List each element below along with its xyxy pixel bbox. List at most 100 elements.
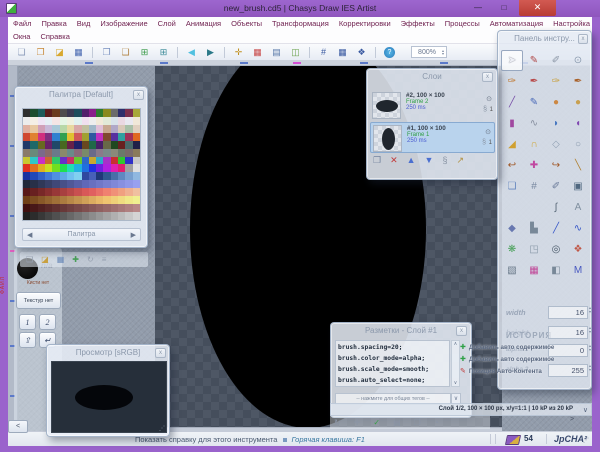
palette-color[interactable]	[52, 149, 59, 157]
palette-reset-icon[interactable]: ↻	[87, 256, 94, 264]
arc-tool[interactable]: ∩	[523, 134, 545, 155]
menu-Справка[interactable]: Справка	[35, 32, 74, 41]
palette-color[interactable]	[38, 204, 45, 212]
palette-color[interactable]	[38, 212, 45, 220]
palette-color[interactable]	[30, 125, 37, 133]
layer-visibility-icon[interactable]: ⊙	[486, 95, 492, 103]
palette-color[interactable]	[111, 204, 118, 212]
menu-Процессы[interactable]: Процессы	[440, 19, 485, 28]
palette-color[interactable]	[23, 125, 30, 133]
palette-color[interactable]	[67, 172, 74, 180]
palette-color[interactable]	[96, 109, 103, 117]
palette-color[interactable]	[96, 149, 103, 157]
scroll-up-icon[interactable]: ∧	[452, 341, 459, 347]
auto-content-item[interactable]: ✚Добавить авто содержимое	[460, 341, 580, 353]
paste-as-image-button[interactable]: ⊞	[155, 45, 172, 59]
palette-color[interactable]	[133, 212, 140, 220]
open-button[interactable]: ◪	[51, 45, 68, 59]
palette-color[interactable]	[23, 109, 30, 117]
height-input[interactable]: 16	[548, 326, 588, 339]
grid-button[interactable]: ▦	[334, 45, 351, 59]
palette-color[interactable]	[60, 117, 67, 125]
width-spinner[interactable]: ▴▾	[589, 306, 591, 313]
palette-color[interactable]	[67, 117, 74, 125]
chart-tool[interactable]: ▙	[523, 218, 545, 239]
more-icon[interactable]: >	[570, 416, 574, 423]
palette-color[interactable]	[125, 204, 132, 212]
palette-color[interactable]	[82, 212, 89, 220]
palette-color[interactable]	[38, 149, 45, 157]
palette-color[interactable]	[23, 133, 30, 141]
palette-color[interactable]	[111, 196, 118, 204]
colorwheel-tool[interactable]: ❖	[567, 239, 589, 260]
palette-color[interactable]	[103, 133, 110, 141]
close-button[interactable]: ✕	[519, 0, 556, 16]
shapes-tool[interactable]: ❋	[501, 239, 523, 260]
palette-color[interactable]	[45, 212, 52, 220]
menu-Трансформация[interactable]: Трансформация	[267, 19, 334, 28]
palette-color[interactable]	[52, 212, 59, 220]
palette-color[interactable]	[30, 188, 37, 196]
palette-color[interactable]	[23, 172, 30, 180]
palette-color[interactable]	[67, 180, 74, 188]
palette-color[interactable]	[125, 180, 132, 188]
screen-button[interactable]: ◫	[287, 45, 304, 59]
palette-color[interactable]	[118, 149, 125, 157]
palette-color[interactable]	[125, 149, 132, 157]
palette-color[interactable]	[133, 204, 140, 212]
palette-color[interactable]	[52, 204, 59, 212]
palette-color[interactable]	[111, 180, 118, 188]
palette-color[interactable]	[74, 141, 81, 149]
palette-color[interactable]	[82, 109, 89, 117]
palette-save-icon[interactable]: ▦	[57, 256, 65, 264]
palette-color[interactable]	[96, 164, 103, 172]
palette-color[interactable]	[133, 125, 140, 133]
palette-color[interactable]	[38, 172, 45, 180]
palette-color[interactable]	[96, 196, 103, 204]
circle-tool[interactable]: ◎	[545, 239, 567, 260]
crop-tool[interactable]: #	[523, 176, 545, 197]
signature-tool[interactable]: ∫	[545, 197, 567, 218]
palette-color[interactable]	[133, 157, 140, 165]
guides-button[interactable]: #	[315, 45, 332, 59]
palette-color[interactable]	[89, 133, 96, 141]
palette-color[interactable]	[23, 164, 30, 172]
palette-color[interactable]	[111, 212, 118, 220]
dropper2-tool[interactable]: ✐	[545, 176, 567, 197]
menu-Слой[interactable]: Слой	[153, 19, 181, 28]
palette-color[interactable]	[60, 141, 67, 149]
layer-move-down-button[interactable]: ▼	[425, 156, 434, 165]
palette-color[interactable]	[23, 180, 30, 188]
palette-color[interactable]	[89, 196, 96, 204]
palette-color[interactable]	[67, 212, 74, 220]
no-texture-button[interactable]: Текстур нет	[16, 292, 61, 309]
palette-color[interactable]	[111, 157, 118, 165]
palette-color[interactable]	[60, 157, 67, 165]
preview-close-icon[interactable]: x	[155, 348, 166, 358]
palette-color[interactable]	[82, 188, 89, 196]
brush2-tool[interactable]: ✒	[567, 71, 589, 92]
palette-color[interactable]	[133, 172, 140, 180]
palette-color[interactable]	[96, 212, 103, 220]
palette-color[interactable]	[111, 172, 118, 180]
palette-color[interactable]	[103, 204, 110, 212]
palette-close-icon[interactable]: x	[133, 90, 144, 100]
palette-color[interactable]	[60, 149, 67, 157]
palette-color[interactable]	[60, 188, 67, 196]
palette-next-icon[interactable]: ▶	[131, 231, 136, 239]
palette-color[interactable]	[118, 204, 125, 212]
layer-duplicate-button[interactable]: ❐	[373, 156, 381, 165]
gradient-tool[interactable]: ▦	[523, 260, 545, 281]
palette-color[interactable]	[111, 188, 118, 196]
palette-color[interactable]	[96, 180, 103, 188]
palette-color[interactable]	[45, 117, 52, 125]
palette-color[interactable]	[45, 109, 52, 117]
palette-color[interactable]	[30, 204, 37, 212]
palette-color[interactable]	[118, 164, 125, 172]
palette-color[interactable]	[67, 204, 74, 212]
palette-color[interactable]	[96, 125, 103, 133]
palette-color[interactable]	[118, 196, 125, 204]
layer-row-2[interactable]: #2, 100 × 100 Frame 2 250 ms ⊙ § 1	[370, 90, 495, 121]
palette-color[interactable]	[38, 180, 45, 188]
palette-color[interactable]	[23, 157, 30, 165]
